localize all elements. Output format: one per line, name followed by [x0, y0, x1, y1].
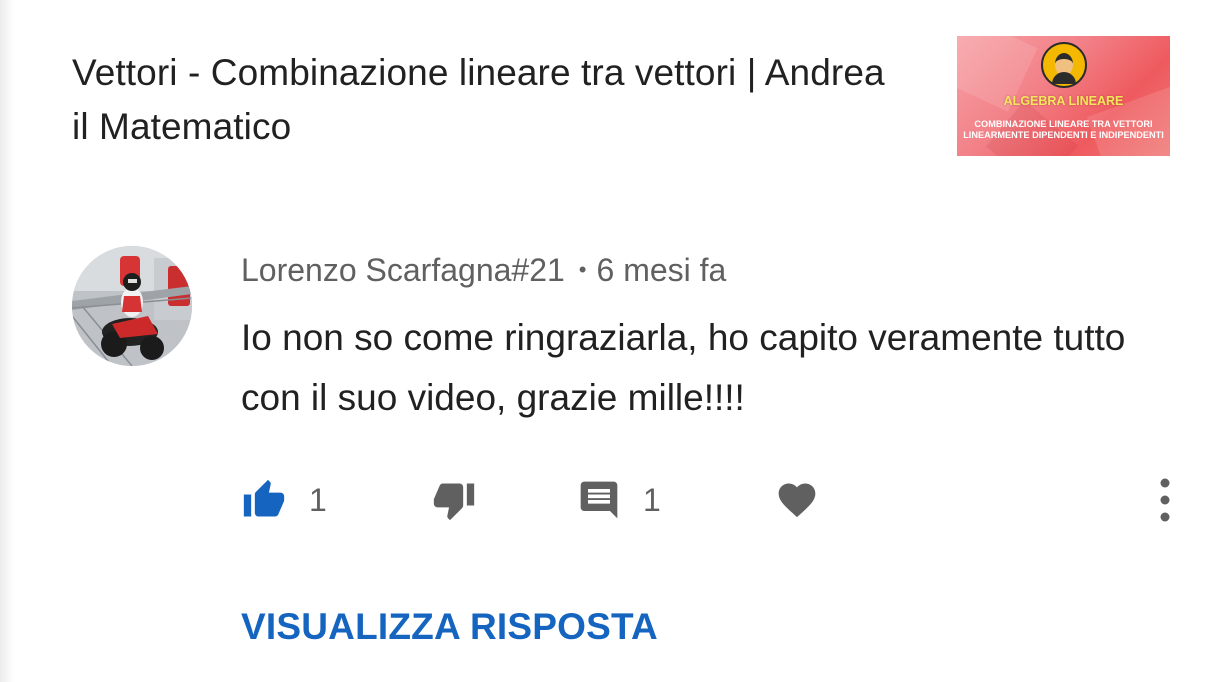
- comment-meta: Lorenzo Scarfagna#21 • 6 mesi fa: [241, 250, 726, 290]
- reply-count: 1: [643, 481, 661, 518]
- video-header[interactable]: Vettori - Combinazione lineare tra vetto…: [72, 36, 1170, 160]
- left-edge-shadow: [0, 0, 14, 682]
- comment-text: Io non so come ringraziarla, ho capito v…: [241, 317, 1126, 418]
- thumbs-down-icon: [433, 483, 475, 521]
- comment-card: Lorenzo Scarfagna#21 • 6 mesi fa Io non so…: [72, 244, 1182, 664]
- comment-author[interactable]: Lorenzo Scarfagna#21: [241, 252, 565, 288]
- more-vert-icon: [1160, 478, 1170, 522]
- channel-logo-icon: [1041, 42, 1087, 88]
- thumbnail-facet: [1086, 79, 1170, 156]
- user-avatar[interactable]: [72, 246, 192, 366]
- video-title[interactable]: Vettori - Combinazione lineare tra vetto…: [72, 46, 892, 154]
- comment-detail-page: Vettori - Combinazione lineare tra vetto…: [0, 0, 1216, 682]
- thumbnail-subtitle: COMBINAZIONE LINEARE TRA VETTORI LINEARM…: [963, 119, 1164, 140]
- video-thumbnail[interactable]: ALGEBRA LINEARE COMBINAZIONE LINEARE TRA…: [957, 36, 1170, 156]
- heart-button[interactable]: [775, 472, 819, 528]
- comment-time: 6 mesi fa: [596, 252, 727, 288]
- comment-icon: [580, 481, 618, 519]
- like-count: 1: [309, 481, 327, 518]
- thumbs-up-icon: [243, 479, 285, 517]
- comment-actions: 1 1: [241, 472, 1181, 528]
- view-reply-button[interactable]: VISUALIZZA RISPOSTA: [241, 606, 658, 648]
- thumbnail-heading: ALGEBRA LINEARE: [1003, 94, 1124, 108]
- dislike-button[interactable]: [431, 472, 477, 528]
- meta-separator: •: [578, 257, 587, 282]
- more-options-button[interactable]: [1151, 476, 1179, 524]
- heart-icon: [778, 483, 816, 518]
- avatar-image: [72, 246, 192, 366]
- reply-button[interactable]: 1: [577, 472, 661, 528]
- like-button[interactable]: 1: [241, 472, 327, 528]
